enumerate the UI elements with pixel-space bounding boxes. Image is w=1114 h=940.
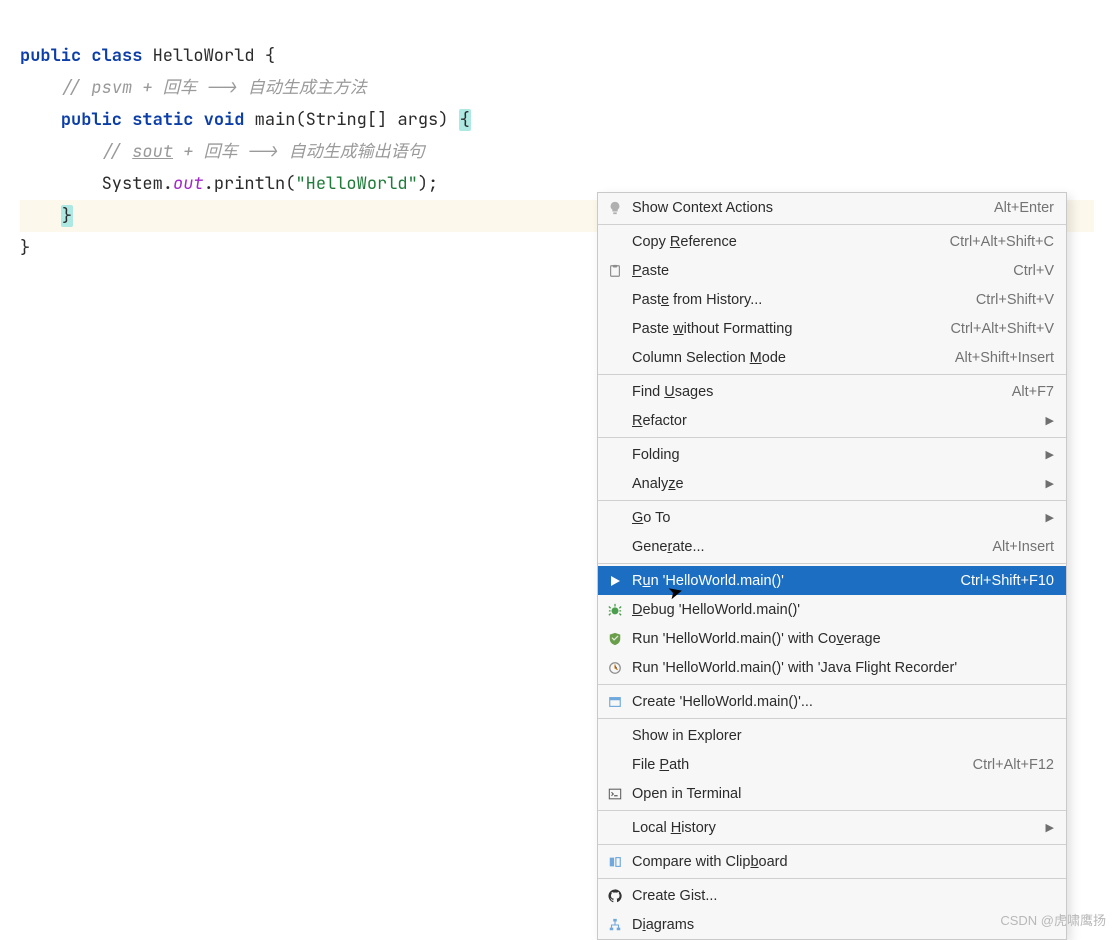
menu-separator: [598, 718, 1066, 719]
terminal-icon: [604, 787, 626, 801]
menu-item[interactable]: Paste from History... Ctrl+Shift+V: [598, 285, 1066, 314]
menu-item[interactable]: Analyze▶: [598, 469, 1066, 498]
menu-item-label: Go To: [632, 510, 1040, 526]
code-line: public static void main(String[] args) {: [20, 109, 471, 131]
menu-item[interactable]: Show in Explorer: [598, 721, 1066, 750]
menu-item-shortcut: Ctrl+Alt+Shift+V: [950, 321, 1054, 337]
code-line: System.out.println("HelloWorld");: [20, 173, 438, 195]
menu-item[interactable]: Show Context Actions Alt+Enter: [598, 193, 1066, 222]
menu-item[interactable]: Generate... Alt+Insert: [598, 532, 1066, 561]
bulb-icon: [604, 201, 626, 215]
menu-item-label: Paste from History...: [632, 292, 960, 308]
create-icon: [604, 695, 626, 709]
menu-item-label: Run 'HelloWorld.main()' with 'Java Fligh…: [632, 660, 1054, 676]
menu-separator: [598, 224, 1066, 225]
coverage-icon: [604, 632, 626, 646]
watermark: CSDN @虎啸鹰扬: [1000, 910, 1106, 929]
submenu-arrow-icon: ▶: [1040, 821, 1054, 834]
menu-item-shortcut: Ctrl+Alt+Shift+C: [950, 234, 1054, 250]
code-line: // psvm + 回车 --> 自动生成主方法: [20, 77, 367, 99]
menu-item-label: Compare with Clipboard: [632, 854, 1054, 870]
menu-item-label: Column Selection Mode: [632, 350, 939, 366]
debug-icon: [604, 603, 626, 617]
menu-item[interactable]: Folding▶: [598, 440, 1066, 469]
menu-item-label: Local History: [632, 820, 1040, 836]
menu-item-label: Run 'HelloWorld.main()': [632, 573, 945, 589]
menu-item-label: Paste without Formatting: [632, 321, 934, 337]
menu-item[interactable]: Paste Ctrl+V: [598, 256, 1066, 285]
menu-item[interactable]: Compare with Clipboard: [598, 847, 1066, 876]
diagram-icon: [604, 918, 626, 932]
menu-item-shortcut: Alt+F7: [1012, 384, 1054, 400]
menu-item[interactable]: Find Usages Alt+F7: [598, 377, 1066, 406]
code-line: // sout + 回车 --> 自动生成输出语句: [20, 141, 425, 163]
menu-item[interactable]: Run 'HelloWorld.main()' with Coverage: [598, 624, 1066, 653]
menu-item[interactable]: Run 'HelloWorld.main()' with 'Java Fligh…: [598, 653, 1066, 682]
menu-item-label: Open in Terminal: [632, 786, 1054, 802]
menu-item-shortcut: Ctrl+Shift+F10: [961, 573, 1055, 589]
menu-separator: [598, 437, 1066, 438]
run-icon: [604, 575, 626, 587]
menu-item[interactable]: Local History▶: [598, 813, 1066, 842]
menu-item-shortcut: Alt+Enter: [994, 200, 1054, 216]
menu-item-shortcut: Ctrl+Shift+V: [976, 292, 1054, 308]
menu-item-label: Copy Reference: [632, 234, 934, 250]
menu-separator: [598, 844, 1066, 845]
github-icon: [604, 889, 626, 903]
menu-item[interactable]: File Path Ctrl+Alt+F12: [598, 750, 1066, 779]
jfr-icon: [604, 661, 626, 675]
menu-item-shortcut: Alt+Insert: [992, 539, 1054, 555]
menu-separator: [598, 563, 1066, 564]
menu-separator: [598, 374, 1066, 375]
menu-separator: [598, 878, 1066, 879]
menu-item[interactable]: Paste without Formatting Ctrl+Alt+Shift+V: [598, 314, 1066, 343]
menu-item-label: Analyze: [632, 476, 1040, 492]
menu-item[interactable]: Refactor▶: [598, 406, 1066, 435]
menu-item-label: Show in Explorer: [632, 728, 1054, 744]
menu-item-label: Paste: [632, 263, 997, 279]
compare-icon: [604, 855, 626, 869]
menu-item[interactable]: Copy Reference Ctrl+Alt+Shift+C: [598, 227, 1066, 256]
menu-item-label: Diagrams: [632, 917, 1054, 933]
menu-item-label: Create Gist...: [632, 888, 1054, 904]
menu-item[interactable]: Create 'HelloWorld.main()'...: [598, 687, 1066, 716]
menu-item-label: Generate...: [632, 539, 976, 555]
menu-item-label: Find Usages: [632, 384, 996, 400]
menu-item-label: File Path: [632, 757, 957, 773]
submenu-arrow-icon: ▶: [1040, 477, 1054, 490]
submenu-arrow-icon: ▶: [1040, 448, 1054, 461]
menu-item[interactable]: Go To▶: [598, 503, 1066, 532]
code-line: public class HelloWorld {: [20, 45, 275, 67]
code-line: }: [20, 237, 30, 259]
menu-item-label: Create 'HelloWorld.main()'...: [632, 694, 1054, 710]
context-menu[interactable]: Show Context Actions Alt+Enter Copy Refere…: [597, 192, 1067, 940]
menu-item-shortcut: Ctrl+V: [1013, 263, 1054, 279]
menu-separator: [598, 810, 1066, 811]
menu-item[interactable]: Debug 'HelloWorld.main()': [598, 595, 1066, 624]
menu-item-label: Show Context Actions: [632, 200, 978, 216]
menu-item[interactable]: Run 'HelloWorld.main()' Ctrl+Shift+F10: [598, 566, 1066, 595]
paste-icon: [604, 264, 626, 278]
menu-separator: [598, 500, 1066, 501]
submenu-arrow-icon: ▶: [1040, 414, 1054, 427]
menu-item-label: Debug 'HelloWorld.main()': [632, 602, 1054, 618]
submenu-arrow-icon: ▶: [1040, 511, 1054, 524]
menu-item[interactable]: Column Selection Mode Alt+Shift+Insert: [598, 343, 1066, 372]
menu-item-label: Folding: [632, 447, 1040, 463]
menu-item-shortcut: Alt+Shift+Insert: [955, 350, 1054, 366]
menu-item[interactable]: Create Gist...: [598, 881, 1066, 910]
menu-item-shortcut: Ctrl+Alt+F12: [973, 757, 1054, 773]
menu-separator: [598, 684, 1066, 685]
menu-item-label: Run 'HelloWorld.main()' with Coverage: [632, 631, 1054, 647]
menu-item-label: Refactor: [632, 413, 1040, 429]
menu-item[interactable]: Open in Terminal: [598, 779, 1066, 808]
